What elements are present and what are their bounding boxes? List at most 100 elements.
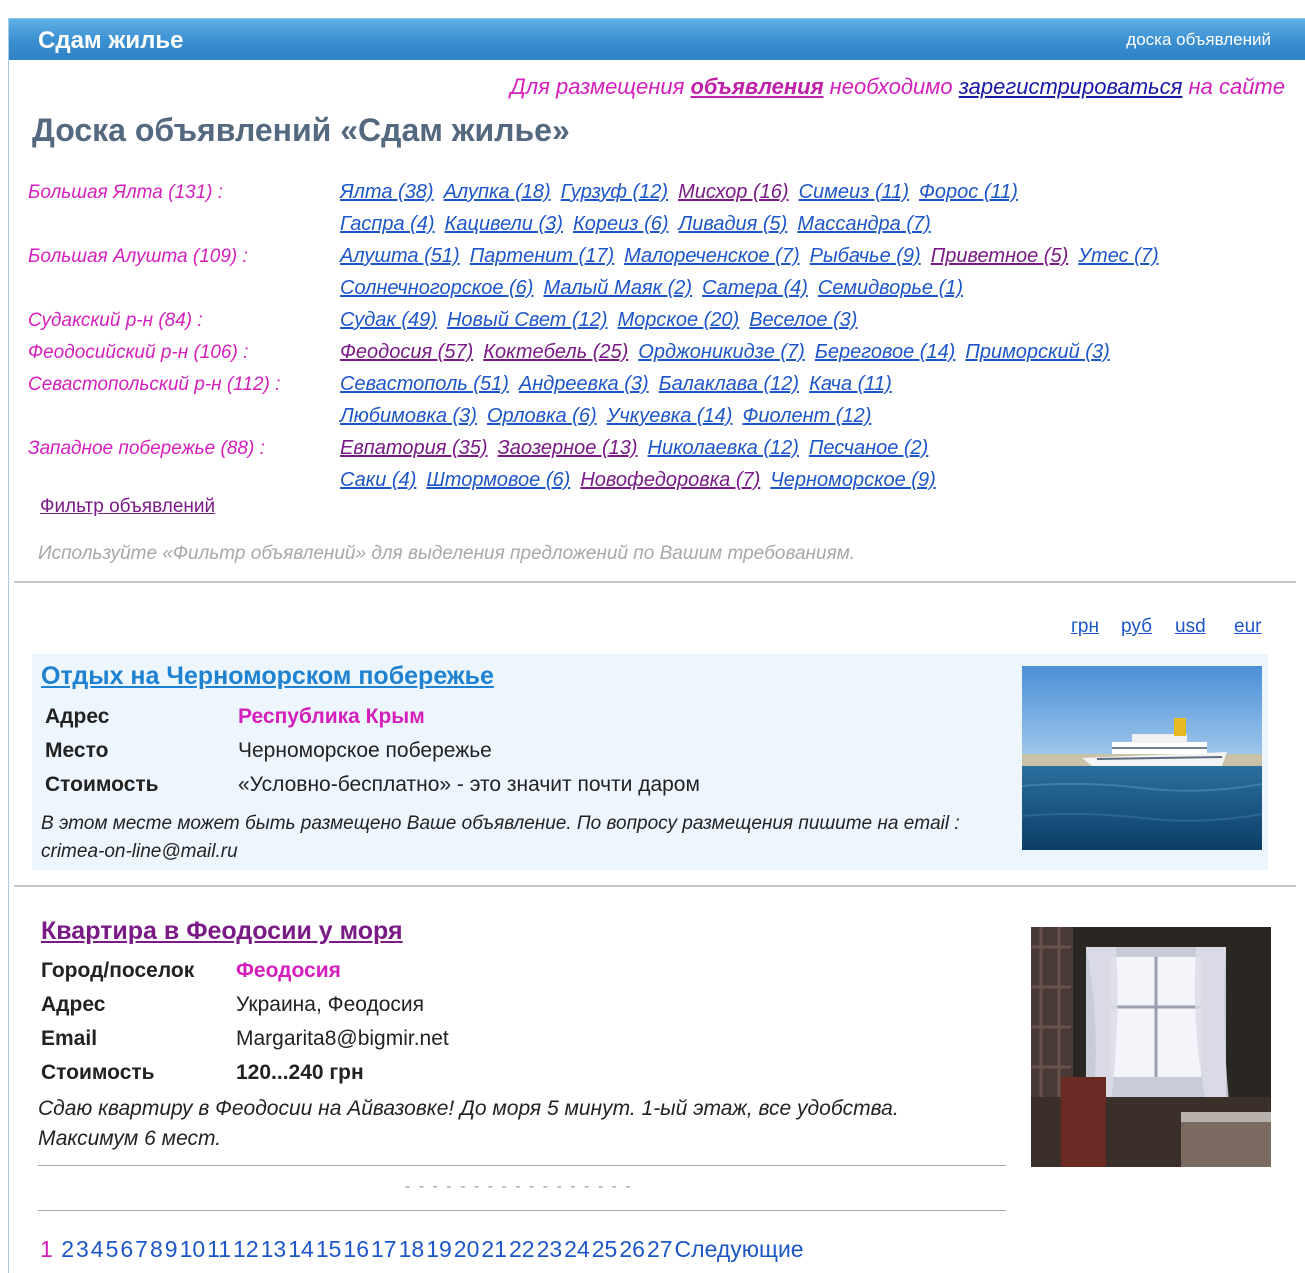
town-link[interactable]: Балаклава (12) [659, 373, 799, 395]
town-link[interactable]: Кача (11) [809, 373, 892, 395]
town-link[interactable]: Новый Свет (12) [447, 309, 608, 331]
town-link[interactable]: Малореченское (7) [624, 245, 799, 267]
page-link[interactable]: 6 [120, 1236, 133, 1262]
page-link[interactable]: 8 [150, 1236, 163, 1262]
town-link[interactable]: Кореиз (6) [573, 213, 669, 235]
registration-notice: Для размещения объявления необходимо зар… [510, 74, 1285, 100]
region-row: Севастопольский р-н (112) : Севастополь (… [28, 370, 1298, 402]
region-label: Судакский р-н (84) : [28, 310, 203, 331]
town-link[interactable]: Семидворье (1) [818, 277, 963, 299]
page-link[interactable]: 19 [426, 1236, 452, 1262]
town-link[interactable]: Алушта (51) [340, 245, 460, 267]
next-page-link[interactable]: Следующие [675, 1236, 804, 1262]
town-link[interactable]: Штормовое (6) [426, 469, 570, 491]
town-link[interactable]: Кацивели (3) [445, 213, 563, 235]
region-row: Феодосийский р-н (106) : Феодосия (57) Кок… [28, 338, 1298, 370]
town-link[interactable]: Морское (20) [618, 309, 740, 331]
currency-uah[interactable]: грн [1071, 616, 1099, 638]
ad-description: Сдаю квартиру в Феодосии на Айвазовке! Д… [38, 1097, 899, 1150]
filter-link[interactable]: Фильтр объявлений [40, 496, 215, 518]
town-link[interactable]: Партенит (17) [470, 245, 614, 267]
town-link[interactable]: Мисхор (16) [678, 181, 789, 203]
currency-eur[interactable]: eur [1234, 616, 1261, 638]
town-link[interactable]: Веселое (3) [749, 309, 857, 331]
page-title: Доска объявлений «Сдам жилье» [32, 112, 570, 148]
region-row: Гаспра (4) Кацивели (3) Кореиз (6) Ливадия … [28, 210, 1298, 242]
town-link[interactable]: Симеиз (11) [799, 181, 909, 203]
page-link[interactable]: 24 [564, 1236, 590, 1262]
town-link[interactable]: Малый Маяк (2) [543, 277, 692, 299]
town-link[interactable]: Черноморское (9) [770, 469, 936, 491]
page-link[interactable]: 18 [399, 1236, 425, 1262]
town-link[interactable]: Саки (4) [340, 469, 416, 491]
town-link[interactable]: Массандра (7) [797, 213, 930, 235]
page-link[interactable]: 2 [61, 1236, 74, 1262]
ad-link[interactable]: объявления [690, 74, 823, 99]
page-link[interactable]: 7 [135, 1236, 148, 1262]
ship-photo[interactable] [1022, 666, 1262, 850]
page-link[interactable]: 12 [233, 1236, 259, 1262]
page-link[interactable]: 16 [343, 1236, 369, 1262]
town-link[interactable]: Алупка (18) [444, 181, 551, 203]
page-current: 1 [40, 1236, 53, 1262]
currency-usd[interactable]: usd [1175, 616, 1206, 638]
town-link[interactable]: Береговое (14) [815, 341, 956, 363]
place-label: Место [45, 739, 109, 762]
page-link[interactable]: 9 [165, 1236, 178, 1262]
town-link[interactable]: Учкуевка (14) [607, 405, 733, 427]
town-link[interactable]: Утес (7) [1078, 245, 1158, 267]
page-link[interactable]: 15 [316, 1236, 342, 1262]
town-link[interactable]: Любимовка (3) [340, 405, 477, 427]
page-link[interactable]: 5 [106, 1236, 119, 1262]
page-link[interactable]: 20 [454, 1236, 480, 1262]
town-links: Судак (49) Новый Свет (12) Морское (20) Вес… [340, 309, 867, 332]
town-link[interactable]: Орджоникидзе (7) [638, 341, 805, 363]
town-link[interactable]: Рыбачье (9) [810, 245, 921, 267]
site-title[interactable]: Сдам жилье [38, 27, 183, 55]
town-link[interactable]: Ялта (38) [340, 181, 434, 203]
town-link[interactable]: Солнечногорское (6) [340, 277, 533, 299]
town-link[interactable]: Песчаное (2) [809, 437, 928, 459]
page-link[interactable]: 4 [91, 1236, 104, 1262]
page-link[interactable]: 27 [647, 1236, 673, 1262]
page-link[interactable]: 3 [76, 1236, 89, 1262]
page-link[interactable]: 14 [288, 1236, 314, 1262]
town-link[interactable]: Приветное (5) [931, 245, 1069, 267]
page-link[interactable]: 21 [481, 1236, 507, 1262]
ad-title[interactable]: Отдых на Черноморском побережье [41, 662, 494, 691]
page-link[interactable]: 26 [619, 1236, 645, 1262]
page-link[interactable]: 10 [180, 1236, 206, 1262]
board-link[interactable]: доска объявлений [1126, 30, 1271, 50]
town-link[interactable]: Заозерное (13) [498, 437, 638, 459]
town-links: Саки (4) Штормовое (6) Новофедоровка (7) Че… [340, 469, 946, 492]
ad-description: В этом месте может быть размещено Ваше о… [41, 813, 960, 862]
town-link[interactable]: Орловка (6) [487, 405, 597, 427]
page-link[interactable]: 13 [261, 1236, 287, 1262]
town-link[interactable]: Николаевка (12) [648, 437, 799, 459]
town-link[interactable]: Феодосия (57) [340, 341, 473, 363]
page-link[interactable]: 25 [592, 1236, 618, 1262]
town-link[interactable]: Евпатория (35) [340, 437, 488, 459]
town-link[interactable]: Новофедоровка (7) [580, 469, 760, 491]
page-link[interactable]: 22 [509, 1236, 535, 1262]
divider [38, 1210, 1006, 1211]
town-link[interactable]: Гаспра (4) [340, 213, 435, 235]
page-link[interactable]: 17 [371, 1236, 397, 1262]
town-link[interactable]: Форос (11) [919, 181, 1018, 203]
currency-rub[interactable]: руб [1121, 616, 1152, 638]
town-link[interactable]: Фиолент (12) [742, 405, 871, 427]
town-link[interactable]: Сатера (4) [702, 277, 808, 299]
page-link[interactable]: 23 [537, 1236, 563, 1262]
town-link[interactable]: Гурзуф (12) [561, 181, 668, 203]
register-link[interactable]: зарегистрироваться [959, 74, 1183, 99]
ad-title[interactable]: Квартира в Феодосии у моря [41, 917, 403, 946]
town-link[interactable]: Приморский (3) [965, 341, 1109, 363]
town-link[interactable]: Ливадия (5) [679, 213, 788, 235]
page-link[interactable]: 11 [207, 1236, 231, 1262]
town-link[interactable]: Коктебель (25) [483, 341, 628, 363]
town-link[interactable]: Судак (49) [340, 309, 437, 331]
apartment-photo[interactable] [1031, 927, 1271, 1167]
town-link[interactable]: Андреевка (3) [519, 373, 649, 395]
town-link[interactable]: Севастополь (51) [340, 373, 509, 395]
separator-dots: - - - - - - - - - - - - - - - - - [405, 1178, 633, 1195]
